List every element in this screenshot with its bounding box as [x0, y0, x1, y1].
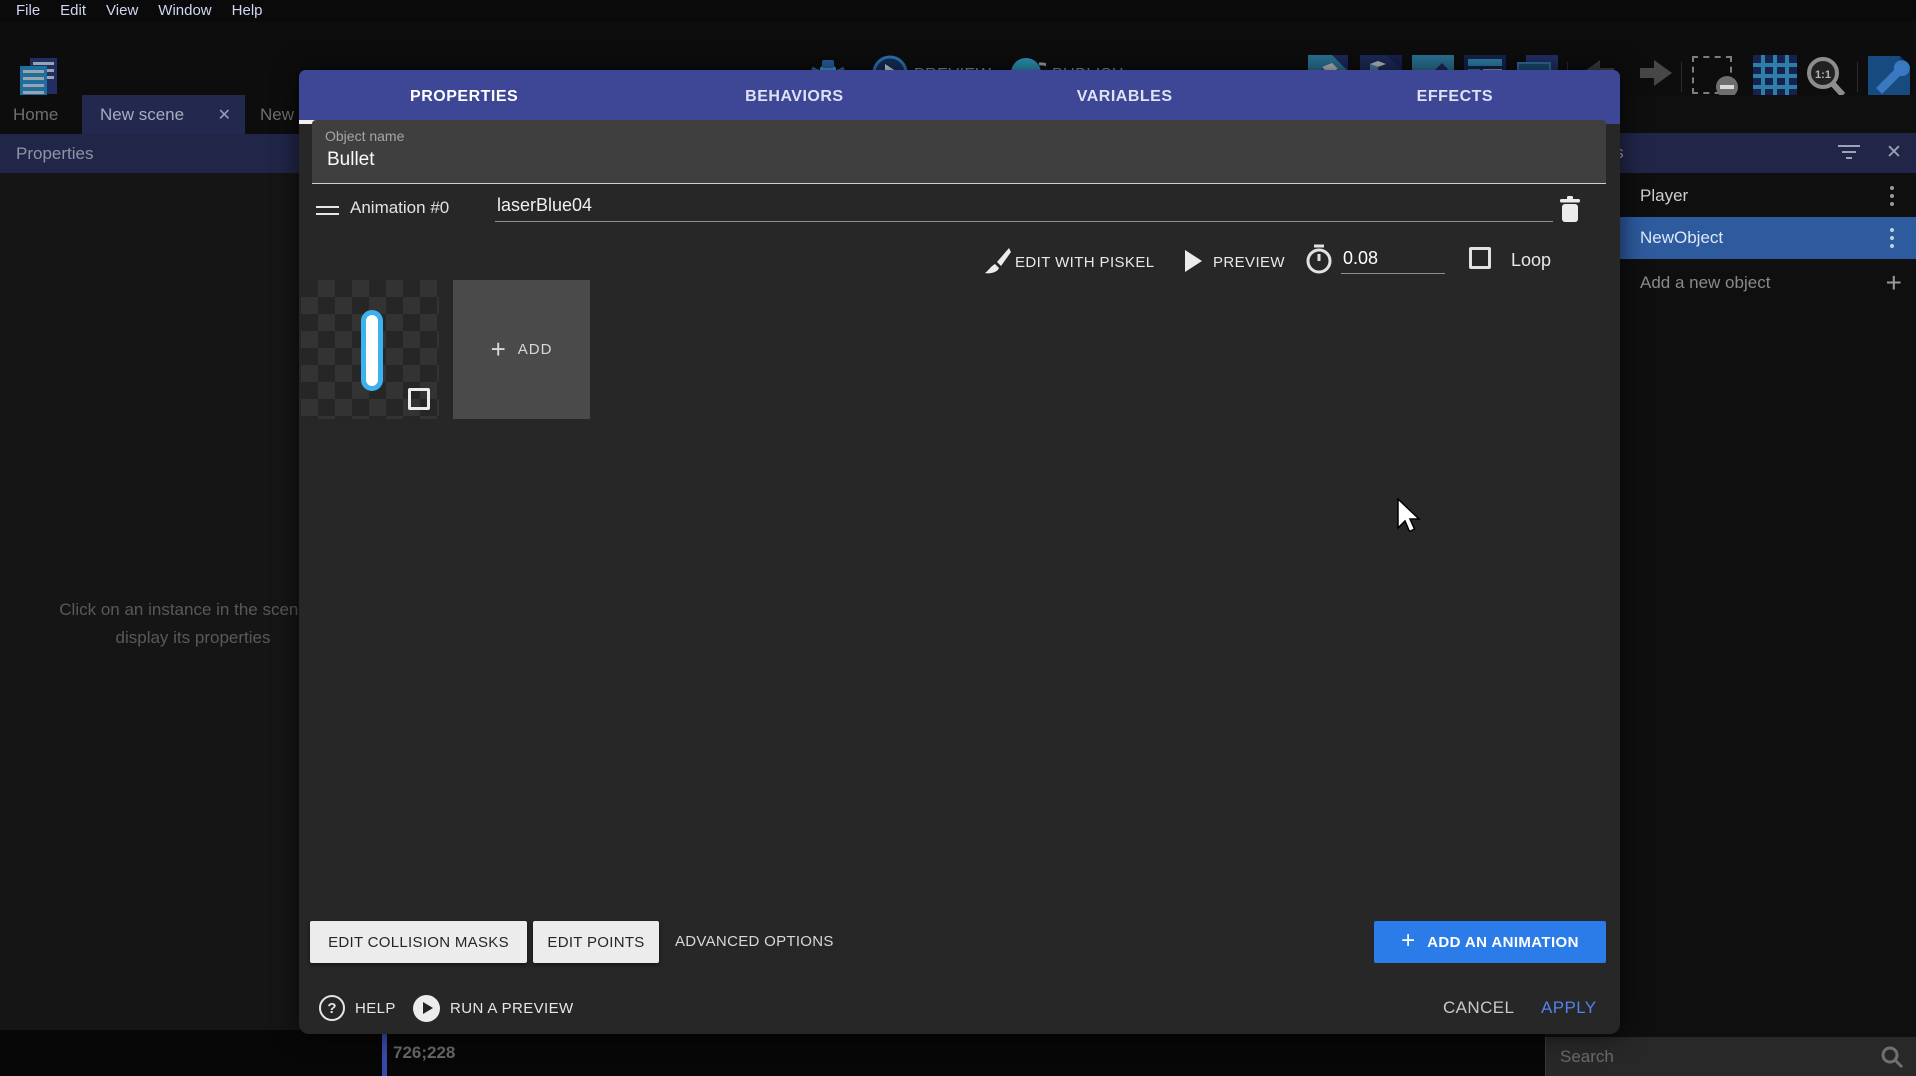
- dialog-tab-effects[interactable]: EFFECTS: [1290, 70, 1620, 124]
- time-between-frames-input[interactable]: [1341, 244, 1445, 274]
- object-name-label: Object name: [325, 128, 404, 144]
- cancel-button[interactable]: CANCEL: [1443, 986, 1514, 1030]
- add-object-label: Add a new object: [1640, 273, 1770, 293]
- object-name: NewObject: [1640, 228, 1723, 248]
- preview-animation-button[interactable]: PREVIEW: [1213, 254, 1285, 271]
- object-menu-icon[interactable]: [1890, 228, 1894, 248]
- toolbar-separator: [1681, 62, 1682, 92]
- laser-bullet-sprite: [361, 310, 383, 391]
- menu-view[interactable]: View: [96, 0, 148, 22]
- menu-window[interactable]: Window: [148, 0, 221, 22]
- plus-icon: +: [491, 334, 506, 365]
- help-button[interactable]: ? HELP: [319, 986, 396, 1030]
- delete-animation-button[interactable]: [1551, 190, 1589, 230]
- dialog-tab-behaviors[interactable]: BEHAVIORS: [629, 70, 959, 124]
- mouse-cursor: [1396, 498, 1424, 536]
- close-tab-icon[interactable]: ✕: [218, 105, 231, 125]
- properties-panel-title: Properties: [16, 144, 93, 164]
- menu-bar: File Edit View Window Help: [0, 0, 1916, 22]
- edit-points-button[interactable]: EDIT POINTS: [533, 921, 659, 963]
- object-editor-dialog: PROPERTIES BEHAVIORS VARIABLES EFFECTS O…: [299, 70, 1620, 1034]
- animation-title: Animation #0: [350, 198, 449, 218]
- object-name-input[interactable]: [325, 148, 1525, 172]
- add-frame-button[interactable]: + ADD: [453, 280, 590, 419]
- tools-wrench-icon[interactable]: [1866, 54, 1912, 98]
- dialog-tab-variables[interactable]: VARIABLES: [960, 70, 1290, 124]
- preview-animation-icon: [1183, 250, 1203, 272]
- gdevelop-window: File Edit View Window Help PREVIEW: [0, 0, 1916, 1076]
- tab-new-scene-label: New scene: [100, 105, 184, 125]
- object-menu-icon[interactable]: [1890, 186, 1894, 206]
- close-panel-icon[interactable]: ✕: [1881, 133, 1907, 173]
- scene-status-bar: 726;228: [0, 1030, 1545, 1076]
- object-name: Player: [1640, 186, 1688, 206]
- plus-icon: +: [1401, 927, 1415, 955]
- loop-label: Loop: [1511, 250, 1551, 271]
- object-name-field: Object name: [312, 120, 1606, 184]
- edit-with-piskel-button[interactable]: EDIT WITH PISKEL: [1015, 254, 1154, 271]
- animation-frame-thumbnail[interactable]: [301, 280, 439, 419]
- piskel-brush-icon: [983, 246, 1011, 274]
- advanced-options-button[interactable]: ADVANCED OPTIONS: [675, 921, 834, 963]
- search-icon: [1880, 1045, 1904, 1069]
- add-frame-label: ADD: [518, 341, 553, 358]
- run-preview-icon: [413, 995, 440, 1022]
- deselect-all-icon[interactable]: [1692, 56, 1732, 94]
- run-a-preview-button[interactable]: RUN A PREVIEW: [413, 986, 574, 1030]
- menu-help[interactable]: Help: [222, 0, 273, 22]
- timer-icon: [1305, 244, 1333, 274]
- object-search-input[interactable]: [1558, 1037, 1858, 1076]
- animation-name-input[interactable]: [495, 190, 1553, 222]
- menu-edit[interactable]: Edit: [50, 0, 96, 22]
- panel-divider: [382, 1030, 387, 1076]
- frame-select-checkbox[interactable]: [408, 388, 430, 410]
- drag-handle-icon[interactable]: [316, 206, 339, 218]
- edit-collision-masks-button[interactable]: EDIT COLLISION MASKS: [310, 921, 527, 963]
- tab-new-scene[interactable]: New scene ✕: [82, 95, 245, 134]
- add-object-plus-icon[interactable]: +: [1886, 267, 1902, 299]
- dialog-tab-bar: PROPERTIES BEHAVIORS VARIABLES EFFECTS: [299, 70, 1620, 124]
- filter-icon[interactable]: [1837, 145, 1861, 161]
- menu-file[interactable]: File: [6, 0, 50, 22]
- toolbar-separator: [1857, 62, 1858, 92]
- object-search-bar: [1545, 1037, 1916, 1076]
- zoom-one-to-one-icon[interactable]: 1:1: [1803, 55, 1849, 99]
- tab-home[interactable]: Home: [13, 95, 58, 134]
- cursor-coordinates: 726;228: [393, 1030, 455, 1076]
- help-icon: ?: [319, 995, 345, 1021]
- dialog-tab-properties[interactable]: PROPERTIES: [299, 70, 629, 124]
- trash-icon: [1558, 196, 1582, 224]
- add-an-animation-button[interactable]: + ADD AN ANIMATION: [1374, 921, 1606, 963]
- grid-icon[interactable]: [1753, 55, 1797, 97]
- redo-icon[interactable]: [1630, 58, 1676, 92]
- tab-partial[interactable]: New: [260, 95, 294, 134]
- apply-button[interactable]: APPLY: [1541, 986, 1597, 1030]
- loop-checkbox[interactable]: [1469, 247, 1491, 269]
- svg-text:1:1: 1:1: [1815, 69, 1831, 81]
